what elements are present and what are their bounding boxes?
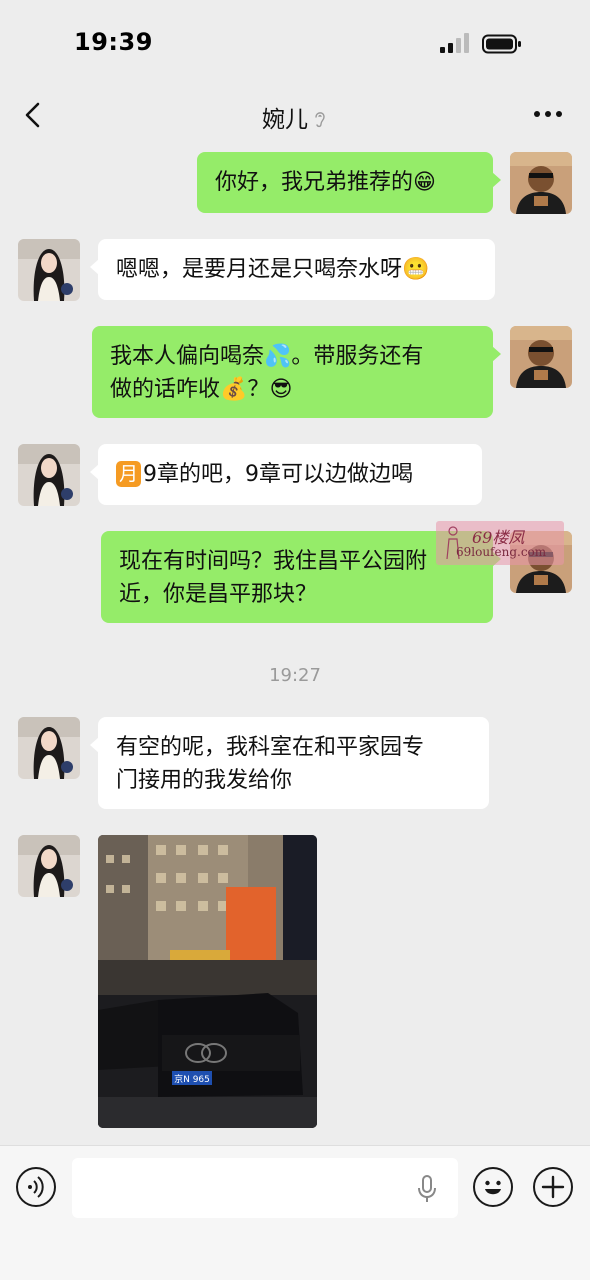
message-text: 现在有时间吗？我住昌平公园附 [119,549,428,574]
sweat-droplets-emoji-icon: 💦 [264,344,292,369]
voice-icon [28,1176,44,1198]
image-message[interactable]: 京N 965 [98,835,317,1128]
plus-icon [541,1175,565,1199]
contact-name: 婉儿 [262,107,308,133]
watermark: 69楼凤 69loufeng.com [436,521,564,565]
license-plate-text: 京N 965 [174,1073,210,1085]
my-avatar[interactable] [510,152,572,214]
message-bubble-sent[interactable]: 我本人偏向喝奈💦。带服务还有 做的话咋收💰？😎 [92,326,501,418]
battery-icon [482,34,521,54]
message-text: 嗯嗯，是要月还是只喝奈水呀 [116,257,403,282]
message-bubble-sent[interactable]: 现在有时间吗？我住昌平公园附 近，你是昌平那块？ [101,531,501,623]
emoji-button[interactable] [473,1167,513,1207]
contact-avatar[interactable] [18,239,80,301]
status-time: 19:39 [74,28,153,56]
status-bar: 19:39 [0,0,590,88]
message-text: 门接用的我发给你 [116,768,293,793]
message-text: 我本人偏向喝奈 [110,344,265,369]
microphone-icon[interactable] [416,1174,438,1204]
timestamp-divider: 19:27 [269,665,321,686]
message-text: 。带服务还有 [291,344,424,369]
voice-button[interactable] [16,1167,56,1207]
sunglasses-emoji-icon: 😎 [269,377,293,402]
grimacing-emoji-icon: 😬 [402,257,430,282]
chat-header: 婉儿 [0,88,590,144]
message-bubble-sent[interactable]: 你好，我兄弟推荐的😁 [197,152,501,213]
emoji-icon [485,1180,501,1195]
watermark-url: 69loufeng.com [456,545,547,559]
message-text: 9章的吧，9章可以边做边喝 [143,462,414,487]
message-input[interactable] [72,1158,458,1218]
contact-avatar[interactable] [18,444,80,506]
my-avatar[interactable] [510,326,572,388]
message-bubble-received[interactable]: 有空的呢，我科室在和平家园专 门接用的我发给你 [90,717,489,809]
message-text: 近，你是昌平那块？ [119,582,318,607]
more-icon[interactable] [532,106,564,122]
message-text: 做的话咋收 [110,377,221,402]
plus-button[interactable] [533,1167,573,1207]
message-text: ？ [247,377,270,402]
signal-icon [440,33,472,53]
message-text: 你好，我兄弟推荐的 [215,170,414,195]
message-bubble-received[interactable]: 嗯嗯，是要月还是只喝奈水呀😬 [90,239,495,300]
input-bar [0,1145,590,1280]
contact-avatar[interactable] [18,717,80,779]
ear-icon [315,112,325,128]
message-bubble-received[interactable]: 月 9章的吧，9章可以边做边喝 [90,444,482,505]
contact-avatar[interactable] [18,835,80,897]
money-bag-emoji-icon: 💰 [220,377,248,402]
message-text: 有空的呢，我科室在和平家园专 [116,735,425,760]
grinning-emoji-icon: 😁 [413,170,436,195]
moon-badge-icon: 月 [116,461,142,487]
